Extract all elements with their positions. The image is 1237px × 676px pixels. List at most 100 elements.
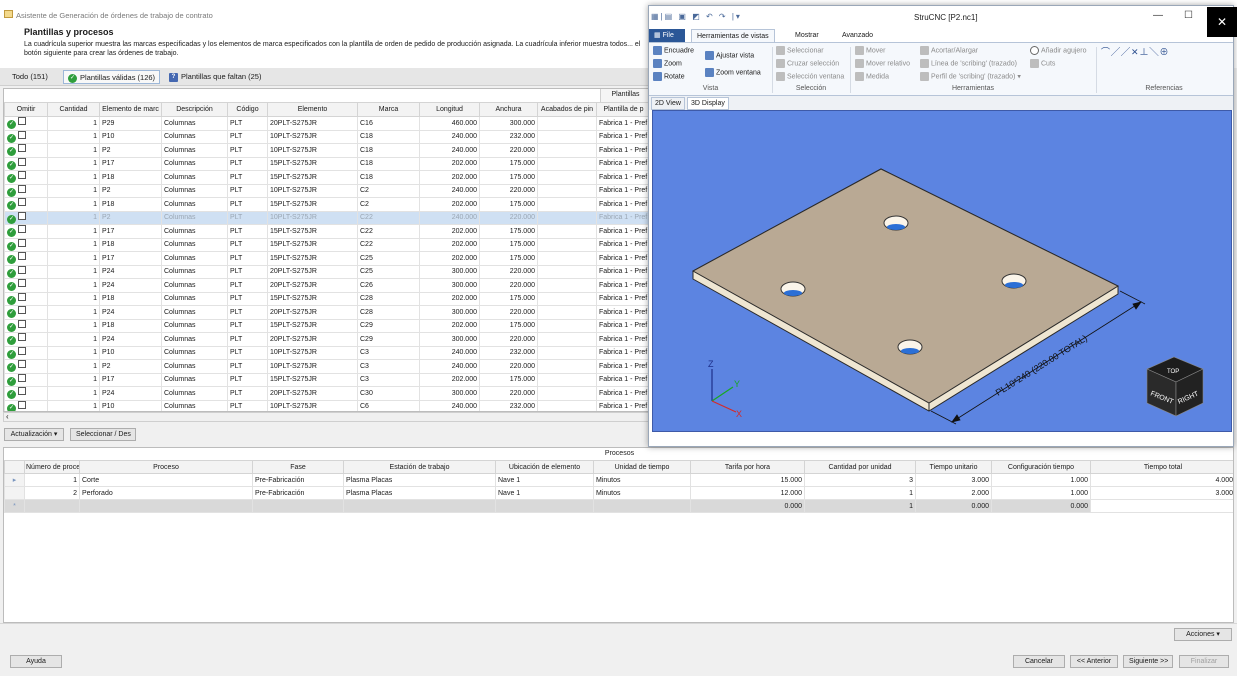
add-hole-button[interactable]: Añadir agujero	[1030, 46, 1087, 55]
move-button[interactable]: Mover	[855, 46, 885, 55]
skip-checkbox[interactable]	[17, 319, 26, 328]
table-row[interactable]: ✓ 1 P18 Columnas PLT 15PLT-S275JR C2 202.000 17…	[4, 197, 648, 212]
tab-2d-view[interactable]: 2D View	[651, 97, 685, 110]
table-row[interactable]: ✓ 1 P29 Columnas PLT 20PLT-S275JR C16 460.000 3…	[4, 116, 648, 131]
table-row[interactable]: ✓ 1 P2 Columnas PLT 10PLT-S275JR C3 240.000 220…	[4, 359, 648, 374]
next-button[interactable]: Siguiente >>	[1123, 655, 1173, 668]
zoom-button[interactable]: Zoom	[653, 59, 682, 68]
table-row[interactable]: ✓ 1 P24 Columnas PLT 20PLT-S275JR C26 300.000 2…	[4, 278, 648, 293]
scroll-left-icon[interactable]: ‹	[6, 413, 9, 421]
skip-checkbox[interactable]	[17, 360, 26, 369]
new-row-cell-unit_time[interactable]: 0.000	[915, 499, 992, 513]
process-cell-num[interactable]: 2	[24, 486, 80, 500]
column-header[interactable]: Cantidad	[47, 102, 100, 117]
skip-checkbox[interactable]	[17, 252, 26, 261]
skip-checkbox[interactable]	[17, 171, 26, 180]
cuts-button[interactable]: Cuts	[1030, 59, 1055, 68]
column-header[interactable]: Omitir	[4, 102, 48, 117]
table-row[interactable]: ✓ 1 P17 Columnas PLT 15PLT-S275JR C3 202.000 17…	[4, 372, 648, 387]
table-row[interactable]: ✓ 1 P18 Columnas PLT 15PLT-S275JR C18 202.000 1…	[4, 170, 648, 185]
column-header[interactable]: Anchura	[479, 102, 538, 117]
skip-checkbox[interactable]	[17, 333, 26, 342]
table-row[interactable]: ✓ 1 P2 Columnas PLT 10PLT-S275JR C18 240.000 22…	[4, 143, 648, 158]
select-deselect-button[interactable]: Seleccionar / Des	[70, 428, 136, 441]
new-row-cell[interactable]	[79, 499, 253, 513]
process-column-header[interactable]: Fase	[252, 460, 344, 474]
process-column-header[interactable]: Proceso	[79, 460, 253, 474]
update-dropdown-button[interactable]: Actualización ▾	[4, 428, 64, 441]
tab-advanced[interactable]: Avanzado	[837, 29, 878, 42]
table-row[interactable]: ✓ 1 P18 Columnas PLT 15PLT-S275JR C29 202.000 1…	[4, 318, 648, 333]
window-select-button[interactable]: Selección ventana	[776, 72, 844, 81]
process-cell-unit[interactable]: Minutos	[593, 486, 691, 500]
scribing-profile-button[interactable]: Perfil de 'scribing' (trazado) ▾	[920, 72, 1021, 81]
tab-3d-display[interactable]: 3D Display	[687, 97, 729, 110]
select-button[interactable]: Seleccionar	[776, 46, 824, 55]
process-column-header[interactable]: Tarifa por hora	[690, 460, 805, 474]
column-header[interactable]: Plantilla de p	[596, 102, 648, 117]
scribing-line-button[interactable]: Línea de 'scribing' (trazado)	[920, 59, 1017, 68]
finish-button[interactable]: Finalizar	[1179, 655, 1229, 668]
process-column-header[interactable]: Ubicación de elemento	[495, 460, 594, 474]
new-row-cell-setup[interactable]: 0.000	[991, 499, 1091, 513]
pan-button[interactable]: Encuadre	[653, 46, 694, 55]
process-cell-unit_time[interactable]: 2.000	[915, 486, 992, 500]
skip-checkbox[interactable]	[17, 130, 26, 139]
new-row-cell[interactable]	[252, 499, 344, 513]
quick-access-toolbar[interactable]: ▦|▤ ▣ ◩ ↶ ↷ |▾	[651, 12, 742, 21]
new-row-cell-qty[interactable]: 1	[804, 499, 916, 513]
new-row-cell[interactable]	[24, 499, 80, 513]
skip-checkbox[interactable]	[17, 117, 26, 126]
process-cell-loc[interactable]: Nave 1	[495, 473, 594, 487]
zoom-window-button[interactable]: Zoom ventana	[705, 68, 761, 77]
process-column-header[interactable]: Tiempo total	[1090, 460, 1233, 474]
tab-file[interactable]: ▦ File	[649, 29, 685, 42]
skip-checkbox[interactable]	[17, 387, 26, 396]
trim-extend-button[interactable]: Acortar/Alargar	[920, 46, 978, 55]
process-cell-num[interactable]: 1	[24, 473, 80, 487]
process-cell-proc[interactable]: Corte	[79, 473, 253, 487]
table-row[interactable]: ✓ 1 P17 Columnas PLT 15PLT-S275JR C18 202.000 1…	[4, 156, 648, 171]
rotate-button[interactable]: Rotate	[653, 72, 685, 81]
skip-checkbox[interactable]	[17, 346, 26, 355]
column-header[interactable]: Elemento de marc	[99, 102, 162, 117]
tab-all[interactable]: Todo (151)	[8, 70, 52, 84]
process-cell-rate[interactable]: 12.000	[690, 486, 805, 500]
process-row[interactable]: 2 Perforado Pre-Fabricación Plasma Placas Na…	[4, 486, 1233, 500]
skip-checkbox[interactable]	[17, 265, 26, 274]
help-button[interactable]: Ayuda	[10, 655, 62, 668]
table-row[interactable]: ✓ 1 P18 Columnas PLT 15PLT-S275JR C28 202.000 1…	[4, 291, 648, 306]
new-row-cell[interactable]	[593, 499, 691, 513]
table-row[interactable]: ✓ 1 P10 Columnas PLT 10PLT-S275JR C6 240.000 23…	[4, 399, 648, 411]
new-row-cell-rate[interactable]: 0.000	[690, 499, 805, 513]
tab-valid-templates[interactable]: ✓ Plantillas válidas (126)	[63, 70, 161, 84]
process-column-header[interactable]: Tiempo unitario	[915, 460, 992, 474]
process-cell-proc[interactable]: Perforado	[79, 486, 253, 500]
3d-viewport[interactable]: PL10*240 (220.00 TOTAL) Z Y X TOP FRONT …	[652, 110, 1232, 432]
skip-checkbox[interactable]	[17, 211, 26, 220]
process-column-header[interactable]: Estación de trabajo	[343, 460, 496, 474]
tab-view-tools[interactable]: Herramientas de vistas	[691, 29, 775, 42]
column-header[interactable]: Acabados de pin	[537, 102, 597, 117]
skip-checkbox[interactable]	[17, 373, 26, 382]
table-row[interactable]: ✓ 1 P24 Columnas PLT 20PLT-S275JR C28 300.000 2…	[4, 305, 648, 320]
skip-checkbox[interactable]	[17, 144, 26, 153]
3d-scene[interactable]: PL10*240 (220.00 TOTAL) Z Y X TOP FRONT …	[653, 111, 1231, 431]
new-row-cell[interactable]	[495, 499, 594, 513]
table-row[interactable]: ✓ 1 P24 Columnas PLT 20PLT-S275JR C29 300.000 2…	[4, 332, 648, 347]
process-cell-loc[interactable]: Nave 1	[495, 486, 594, 500]
column-header[interactable]: Longitud	[419, 102, 480, 117]
actions-dropdown-button[interactable]: Acciones ▾	[1174, 628, 1232, 641]
table-row[interactable]: ✓ 1 P10 Columnas PLT 10PLT-S275JR C3 240.000 23…	[4, 345, 648, 360]
column-header[interactable]: Elemento	[267, 102, 358, 117]
skip-checkbox[interactable]	[17, 157, 26, 166]
cancel-button[interactable]: Cancelar	[1013, 655, 1065, 668]
process-cell-unit[interactable]: Minutos	[593, 473, 691, 487]
tab-missing-templates[interactable]: ? Plantillas que faltan (25)	[165, 70, 265, 84]
process-cell-setup[interactable]: 1.000	[991, 486, 1091, 500]
skip-checkbox[interactable]	[17, 292, 26, 301]
process-column-header[interactable]: Cantidad por unidad	[804, 460, 916, 474]
minimize-icon[interactable]: —	[1153, 10, 1163, 21]
process-cell-station[interactable]: Plasma Placas	[343, 473, 496, 487]
new-row-cell[interactable]	[343, 499, 496, 513]
